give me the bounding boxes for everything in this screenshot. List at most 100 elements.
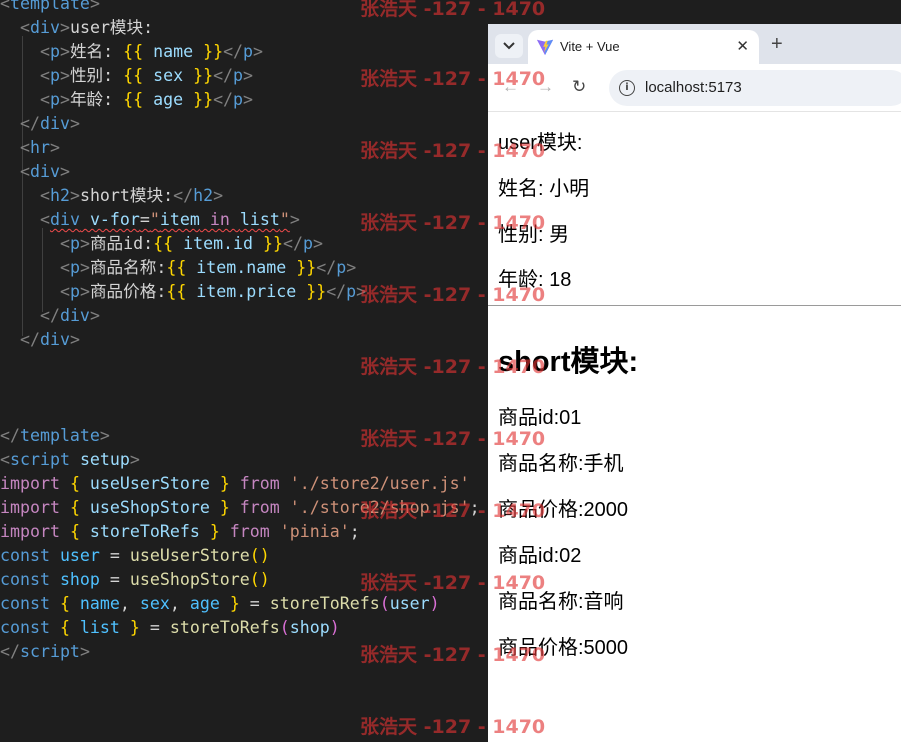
code-token: div (29, 162, 60, 181)
code-token: </ (326, 282, 347, 301)
code-token: setup (69, 450, 130, 469)
code-token: } (209, 522, 220, 541)
code-line[interactable]: const { list } = storeToRefs(shop) (0, 616, 340, 640)
code-token: }} (296, 258, 317, 277)
tab-search-button[interactable] (495, 34, 523, 58)
code-token: </ (0, 426, 20, 445)
code-token: < (39, 90, 50, 109)
code-line[interactable]: <div v-for="item in list"> (0, 208, 300, 232)
code-line[interactable]: <template> (0, 0, 100, 16)
code-token: = (99, 570, 130, 589)
code-token: item.price (186, 282, 307, 301)
url-text[interactable]: localhost:5173 (645, 79, 742, 96)
browser-tab[interactable]: Vite + Vue ✕ (528, 30, 759, 64)
code-token: list (239, 210, 280, 229)
code-line[interactable]: <p>商品id:{{ item.id }}</p> (0, 232, 323, 256)
code-token: {{ (153, 234, 174, 253)
code-line[interactable]: </div> (0, 304, 100, 328)
code-line[interactable]: </div> (0, 112, 80, 136)
code-token: div (59, 306, 90, 325)
code-line[interactable]: <p>性别: {{ sex }}</p> (0, 64, 253, 88)
code-token: storeToRefs (269, 594, 380, 613)
code-line[interactable]: <script setup> (0, 448, 140, 472)
code-token: template (19, 426, 100, 445)
code-token: </ (283, 234, 303, 253)
address-bar[interactable]: i localhost:5173 (609, 70, 901, 106)
code-token: storeToRefs (79, 522, 210, 541)
code-line[interactable]: <p>商品价格:{{ item.price }}</p> (0, 280, 366, 304)
code-token: const (0, 546, 50, 565)
code-line[interactable]: const shop = useShopStore() (0, 568, 270, 592)
code-token: > (346, 258, 357, 277)
code-token: > (289, 210, 300, 229)
code-token: = (139, 210, 150, 229)
code-token: useShopStore (129, 570, 250, 589)
code-token: p (49, 66, 60, 85)
code-token: </ (173, 186, 194, 205)
code-token: ) (429, 594, 440, 613)
code-token: </ (19, 114, 40, 133)
code-line[interactable]: </template> (0, 424, 110, 448)
code-token: p (303, 234, 313, 253)
code-line[interactable]: <hr> (0, 136, 60, 160)
code-line[interactable]: import { useShopStore } from './store2/s… (0, 496, 480, 520)
close-tab-icon[interactable]: ✕ (736, 37, 749, 55)
code-line[interactable]: import { useUserStore } from './store2/u… (0, 472, 470, 496)
code-line[interactable]: const user = useUserStore() (0, 544, 270, 568)
code-line[interactable]: </script> (0, 640, 90, 664)
code-token: from (229, 498, 290, 517)
code-token: short模块: (79, 186, 174, 205)
code-line[interactable]: import { storeToRefs } from 'pinia'; (0, 520, 360, 544)
code-token: } (219, 474, 230, 493)
code-token: < (0, 0, 10, 13)
product-price: 商品价格:2000 (498, 499, 629, 521)
code-token: './store2/shop.js' (289, 498, 470, 517)
code-token: ; (349, 522, 360, 541)
code-token: item (159, 210, 200, 229)
code-token: </ (223, 42, 244, 61)
code-token: > (59, 90, 70, 109)
new-tab-button[interactable]: + (771, 33, 783, 55)
code-token: h2 (49, 186, 70, 205)
code-line[interactable]: <h2>short模块:</h2> (0, 184, 223, 208)
code-token: } (229, 594, 240, 613)
code-line[interactable]: <p>姓名: {{ name }}</p> (0, 40, 263, 64)
code-token: > (69, 114, 80, 133)
divider (488, 305, 901, 306)
code-token: from (229, 474, 290, 493)
code-line[interactable]: <div> (0, 160, 70, 184)
code-token: div (29, 18, 60, 37)
code-token: template (10, 0, 90, 13)
code-line[interactable]: </div> (0, 328, 80, 352)
code-editor[interactable]: <template> <div>user模块: <p>姓名: {{ name }… (0, 0, 488, 742)
code-token: h2 (193, 186, 214, 205)
code-token: </ (316, 258, 337, 277)
browser-toolbar: ← → ↻ i localhost:5173 (488, 64, 901, 112)
code-token: > (59, 18, 70, 37)
code-token: 年龄: (69, 90, 124, 109)
code-line[interactable]: const { name, sex, age } = storeToRefs(u… (0, 592, 440, 616)
code-line[interactable]: <p>商品名称:{{ item.name }}</p> (0, 256, 356, 280)
tab-title: Vite + Vue (560, 39, 620, 54)
site-info-icon[interactable]: i (619, 80, 635, 96)
back-arrow-icon[interactable]: ← (502, 77, 519, 97)
code-token: > (129, 450, 140, 469)
reload-icon[interactable]: ↻ (572, 77, 586, 97)
code-token: import (0, 498, 60, 517)
code-token: p (49, 90, 60, 109)
code-line[interactable]: <p>年龄: {{ age }}</p> (0, 88, 253, 112)
code-token: ) (329, 618, 340, 637)
code-token: age (179, 594, 230, 613)
code-line[interactable]: <div>user模块: (0, 16, 153, 40)
code-token: p (69, 282, 80, 301)
code-token: p (49, 42, 60, 61)
code-token: < (59, 234, 70, 253)
forward-arrow-icon[interactable]: → (537, 77, 554, 97)
code-token: > (243, 90, 254, 109)
code-token: div (39, 114, 70, 133)
code-token: < (19, 138, 30, 157)
